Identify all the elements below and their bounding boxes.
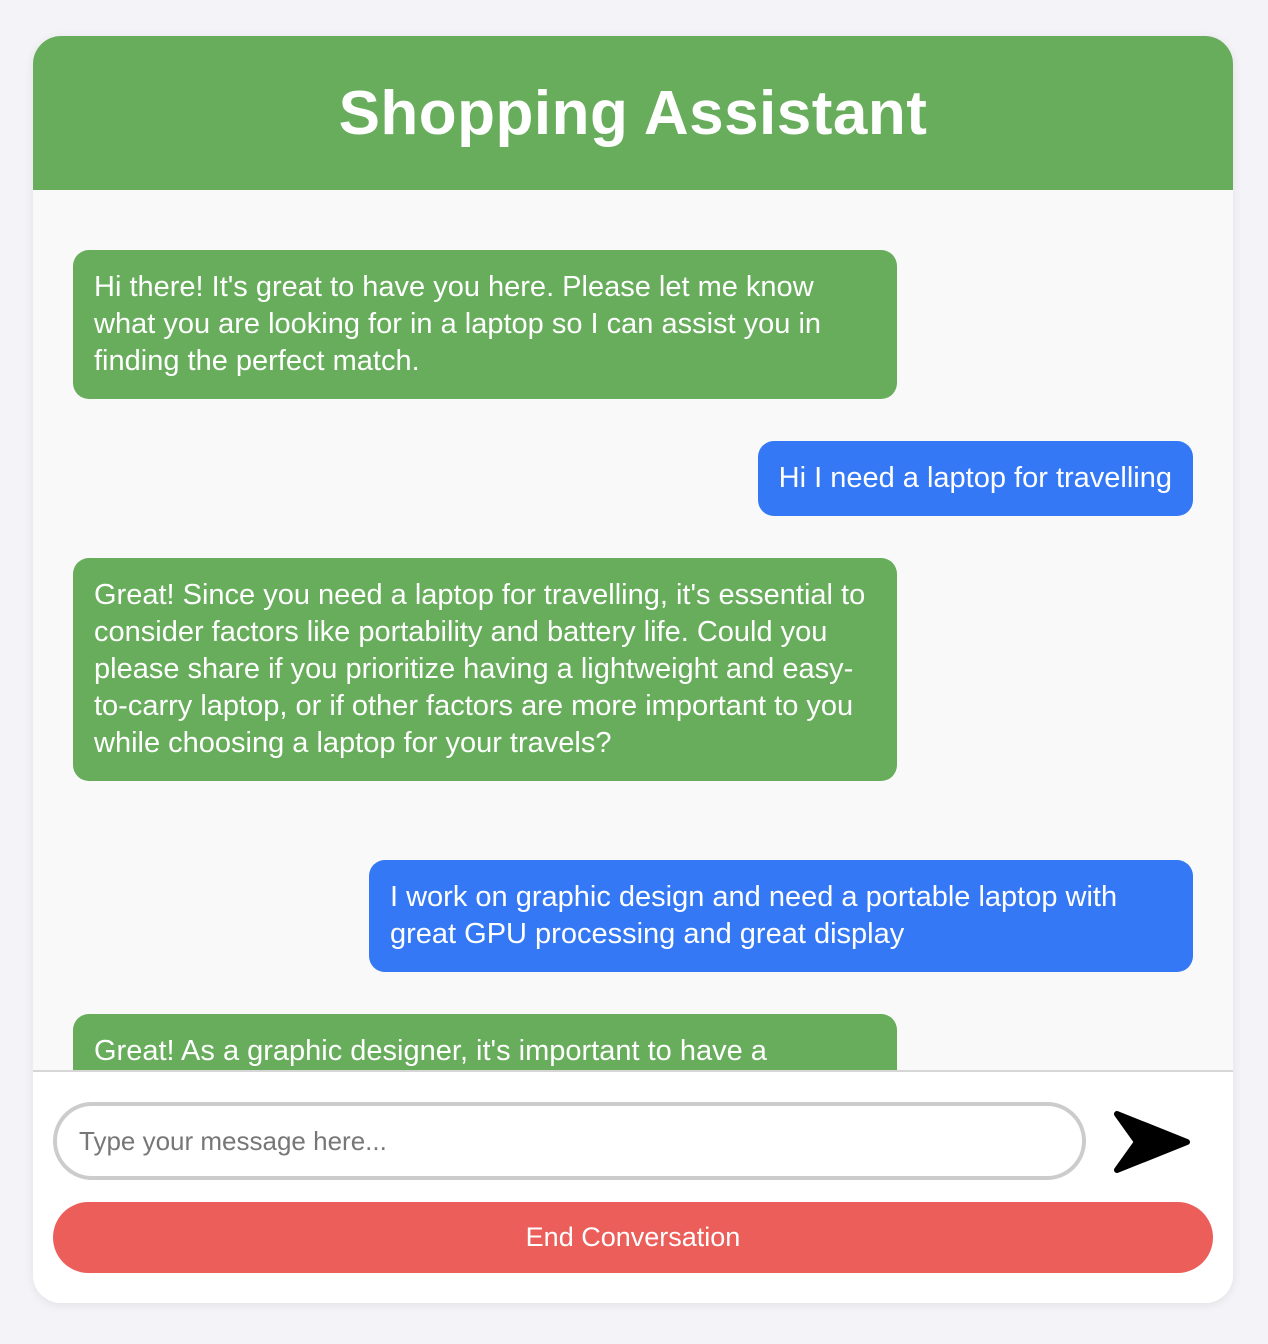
message-input[interactable] (57, 1106, 1082, 1176)
chat-header: Shopping Assistant (33, 36, 1233, 190)
composer-bar: End Conversation (33, 1072, 1233, 1303)
send-arrow-icon (1114, 1111, 1190, 1173)
user-message: Hi I need a laptop for travelling (757, 441, 1193, 516)
message-input-wrapper (53, 1102, 1086, 1180)
page-title: Shopping Assistant (338, 78, 928, 148)
end-conversation-button[interactable]: End Conversation (53, 1202, 1213, 1273)
assistant-message: Hi there! It's great to have you here. P… (73, 250, 897, 399)
send-button[interactable] (1111, 1108, 1191, 1178)
user-message: I work on graphic design and need a port… (369, 860, 1193, 972)
assistant-message: Great! Since you need a laptop for trave… (73, 558, 897, 781)
message-list[interactable]: Hi there! It's great to have you here. P… (33, 190, 1233, 1072)
assistant-message: Great! As a graphic designer, it's impor… (73, 1014, 897, 1070)
chat-window: Shopping Assistant Hi there! It's great … (33, 36, 1233, 1303)
